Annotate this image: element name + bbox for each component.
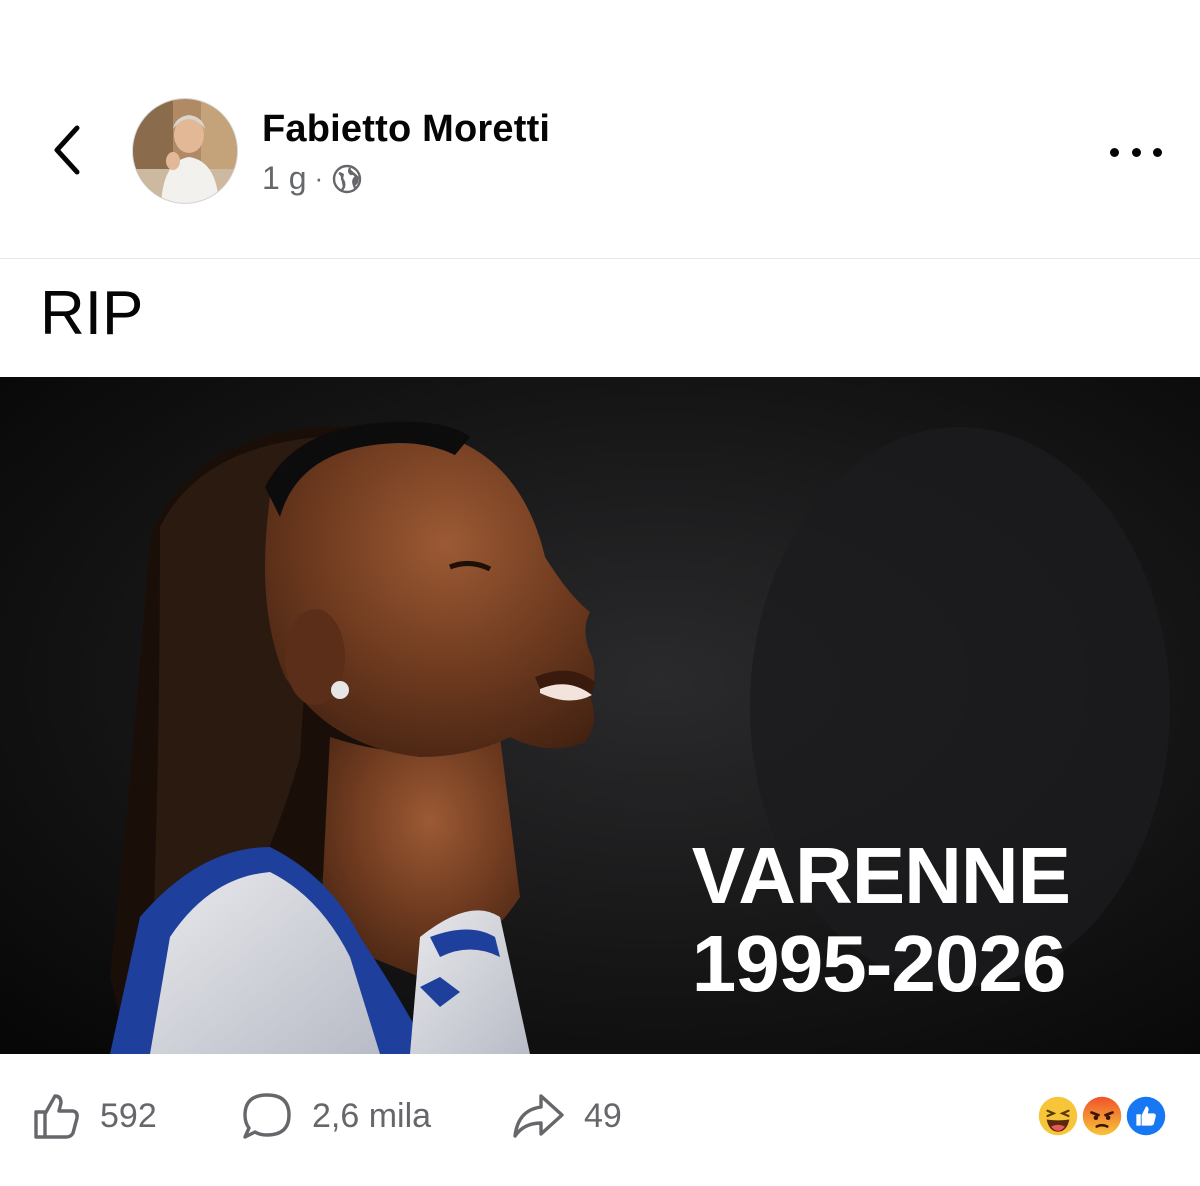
post-image[interactable]: VARENNE 1995-2026 — [0, 377, 1200, 1054]
author-avatar[interactable] — [132, 98, 238, 204]
haha-emoji — [1034, 1092, 1082, 1140]
overlay-years: 1995-2026 — [691, 919, 1067, 1008]
meta-separator: · — [314, 163, 324, 193]
like-button[interactable]: 592 — [30, 1090, 157, 1142]
post-header: Fabietto Moretti 1 g · — [0, 0, 1200, 258]
more-dot — [1131, 147, 1141, 157]
image-overlay-text: VARENNE 1995-2026 — [691, 831, 1071, 1008]
share-count: 49 — [584, 1096, 622, 1135]
post-time[interactable]: 1 g — [262, 160, 306, 197]
angry-emoji — [1078, 1092, 1126, 1140]
share-button[interactable]: 49 — [510, 1090, 622, 1142]
like-count: 592 — [100, 1096, 157, 1135]
back-button[interactable] — [38, 118, 94, 182]
like-emoji — [1122, 1092, 1170, 1140]
avatar-photo — [133, 99, 237, 203]
comment-count: 2,6 mila — [312, 1096, 432, 1135]
reaction-summary[interactable] — [1034, 1092, 1172, 1142]
author-name[interactable]: Fabietto Moretti — [262, 108, 550, 151]
post-meta: 1 g · — [262, 160, 363, 197]
overlay-name: VARENNE — [691, 831, 1071, 920]
globe-icon — [332, 164, 362, 193]
more-options-button[interactable] — [1104, 132, 1168, 172]
comment-button[interactable]: 2,6 mila — [240, 1090, 431, 1142]
chevron-left-icon — [54, 125, 80, 175]
post-footer: 592 2,6 mila 49 — [0, 1054, 1200, 1186]
share-arrow-icon — [513, 1094, 564, 1138]
thumbs-up-icon — [34, 1094, 79, 1139]
comment-bubble-icon — [243, 1093, 291, 1139]
post-text: RIP — [40, 279, 144, 348]
header-divider — [0, 258, 1200, 259]
more-dot — [1110, 147, 1119, 157]
more-dot — [1153, 147, 1162, 157]
